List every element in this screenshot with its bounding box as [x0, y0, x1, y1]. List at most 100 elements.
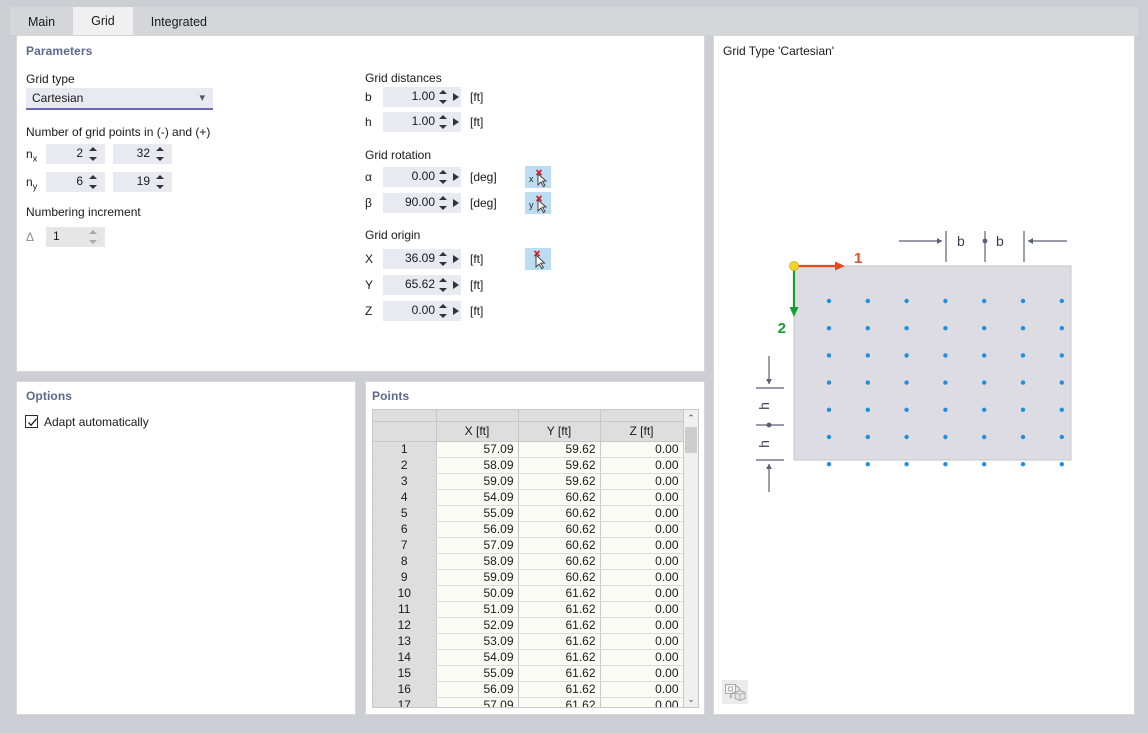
table-cell[interactable]: 0.00 — [600, 441, 683, 457]
scroll-up-icon[interactable]: ⌃ — [684, 411, 698, 425]
table-cell[interactable]: 0.00 — [600, 601, 683, 617]
table-cell[interactable]: 59.62 — [518, 473, 600, 489]
table-cell[interactable]: 0.00 — [600, 553, 683, 569]
table-cell[interactable]: 0.00 — [600, 697, 683, 708]
table-row[interactable]: 258.0959.620.00 — [373, 457, 683, 473]
table-cell[interactable]: 61.62 — [518, 601, 600, 617]
table-cell[interactable]: 58.09 — [436, 553, 518, 569]
points-table-scrollbar[interactable]: ⌃ ⌄ — [683, 410, 698, 707]
table-cell[interactable]: 61.62 — [518, 617, 600, 633]
grid-origin-y-field[interactable]: 65.62 — [383, 275, 461, 295]
grid-rotation-beta-dropdown-icon[interactable] — [453, 199, 459, 207]
table-row[interactable]: 1454.0961.620.00 — [373, 649, 683, 665]
table-cell[interactable]: 54.09 — [436, 649, 518, 665]
column-header-x[interactable]: X [ft] — [436, 421, 518, 441]
table-cell[interactable]: 59.09 — [436, 473, 518, 489]
table-cell[interactable]: 54.09 — [436, 489, 518, 505]
grid-origin-x-field[interactable]: 36.09 — [383, 249, 461, 269]
table-cell[interactable]: 0.00 — [600, 505, 683, 521]
table-row[interactable]: 959.0960.620.00 — [373, 569, 683, 585]
table-cell[interactable]: 0.00 — [600, 633, 683, 649]
table-cell[interactable]: 0.00 — [600, 665, 683, 681]
pick-x-icon[interactable]: x — [525, 166, 551, 188]
table-cell[interactable]: 60.62 — [518, 569, 600, 585]
table-cell[interactable]: 57.09 — [436, 697, 518, 708]
grid-distance-b-spinner[interactable] — [439, 89, 448, 105]
grid-origin-z-spinner[interactable] — [439, 303, 448, 319]
table-cell[interactable]: 59.62 — [518, 441, 600, 457]
table-cell[interactable]: 59.62 — [518, 457, 600, 473]
table-cell[interactable]: 60.62 — [518, 537, 600, 553]
table-row[interactable]: 858.0960.620.00 — [373, 553, 683, 569]
ny-positive-field[interactable]: 19 — [113, 172, 172, 192]
table-row[interactable]: 359.0959.620.00 — [373, 473, 683, 489]
tab-integrated[interactable]: Integrated — [133, 9, 225, 35]
table-cell[interactable]: 56.09 — [436, 521, 518, 537]
table-row[interactable]: 1757.0961.620.00 — [373, 697, 683, 708]
table-cell[interactable]: 0.00 — [600, 681, 683, 697]
table-cell[interactable]: 0.00 — [600, 489, 683, 505]
grid-distance-b-dropdown-icon[interactable] — [453, 93, 459, 101]
table-cell[interactable]: 51.09 — [436, 601, 518, 617]
table-cell[interactable]: 0.00 — [600, 569, 683, 585]
table-cell[interactable]: 60.62 — [518, 521, 600, 537]
table-row[interactable]: 757.0960.620.00 — [373, 537, 683, 553]
nx-negative-spinner[interactable] — [89, 146, 98, 162]
grid-distance-b-field[interactable]: 1.00 — [383, 87, 461, 107]
table-cell[interactable]: 59.09 — [436, 569, 518, 585]
grid-rotation-alpha-spinner[interactable] — [439, 169, 448, 185]
pick-point-icon[interactable] — [525, 248, 551, 270]
table-cell[interactable]: 58.09 — [436, 457, 518, 473]
ny-positive-spinner[interactable] — [156, 174, 165, 190]
grid-type-combobox[interactable]: Cartesian ▾ — [26, 88, 213, 110]
table-cell[interactable]: 0.00 — [600, 649, 683, 665]
table-cell[interactable]: 50.09 — [436, 585, 518, 601]
grid-origin-z-dropdown-icon[interactable] — [453, 307, 459, 315]
table-row[interactable]: 1353.0961.620.00 — [373, 633, 683, 649]
grid-rotation-beta-spinner[interactable] — [439, 195, 448, 211]
table-cell[interactable]: 61.62 — [518, 681, 600, 697]
table-cell[interactable]: 57.09 — [436, 441, 518, 457]
column-header-y[interactable]: Y [ft] — [518, 421, 600, 441]
nx-negative-field[interactable]: 2 — [46, 144, 105, 164]
grid-origin-y-dropdown-icon[interactable] — [453, 281, 459, 289]
grid-distance-h-spinner[interactable] — [439, 114, 448, 130]
table-cell[interactable]: 0.00 — [600, 457, 683, 473]
grid-rotation-alpha-dropdown-icon[interactable] — [453, 173, 459, 181]
table-row[interactable]: 1252.0961.620.00 — [373, 617, 683, 633]
table-row[interactable]: 555.0960.620.00 — [373, 505, 683, 521]
ny-negative-field[interactable]: 6 — [46, 172, 105, 192]
table-cell[interactable]: 0.00 — [600, 585, 683, 601]
numbering-increment-field[interactable]: 1 — [46, 227, 105, 247]
column-header-index[interactable] — [373, 421, 436, 441]
table-row[interactable]: 454.0960.620.00 — [373, 489, 683, 505]
table-cell[interactable]: 0.00 — [600, 473, 683, 489]
table-cell[interactable]: 60.62 — [518, 505, 600, 521]
nx-positive-field[interactable]: 32 — [113, 144, 172, 164]
grid-rotation-beta-field[interactable]: 90.00 — [383, 193, 461, 213]
ny-negative-spinner[interactable] — [89, 174, 98, 190]
table-cell[interactable]: 55.09 — [436, 505, 518, 521]
table-cell[interactable]: 61.62 — [518, 665, 600, 681]
table-cell[interactable]: 53.09 — [436, 633, 518, 649]
table-row[interactable]: 1151.0961.620.00 — [373, 601, 683, 617]
adapt-automatically-checkbox[interactable] — [25, 415, 38, 428]
table-cell[interactable]: 56.09 — [436, 681, 518, 697]
table-cell[interactable]: 61.62 — [518, 633, 600, 649]
pick-y-icon[interactable]: y — [525, 192, 551, 214]
table-cell[interactable]: 61.62 — [518, 697, 600, 708]
table-cell[interactable]: 0.00 — [600, 521, 683, 537]
table-cell[interactable]: 60.62 — [518, 553, 600, 569]
table-row[interactable]: 1656.0961.620.00 — [373, 681, 683, 697]
grid-origin-x-spinner[interactable] — [439, 251, 448, 267]
grid-distance-h-dropdown-icon[interactable] — [453, 118, 459, 126]
table-cell[interactable]: 0.00 — [600, 617, 683, 633]
grid-origin-y-spinner[interactable] — [439, 277, 448, 293]
numbering-increment-spinner[interactable] — [89, 229, 98, 245]
scrollbar-thumb[interactable] — [685, 427, 697, 453]
table-cell[interactable]: 55.09 — [436, 665, 518, 681]
tab-grid[interactable]: Grid — [73, 7, 133, 35]
table-cell[interactable]: 57.09 — [436, 537, 518, 553]
table-cell[interactable]: 60.62 — [518, 489, 600, 505]
rotate-view-icon[interactable] — [722, 680, 748, 704]
